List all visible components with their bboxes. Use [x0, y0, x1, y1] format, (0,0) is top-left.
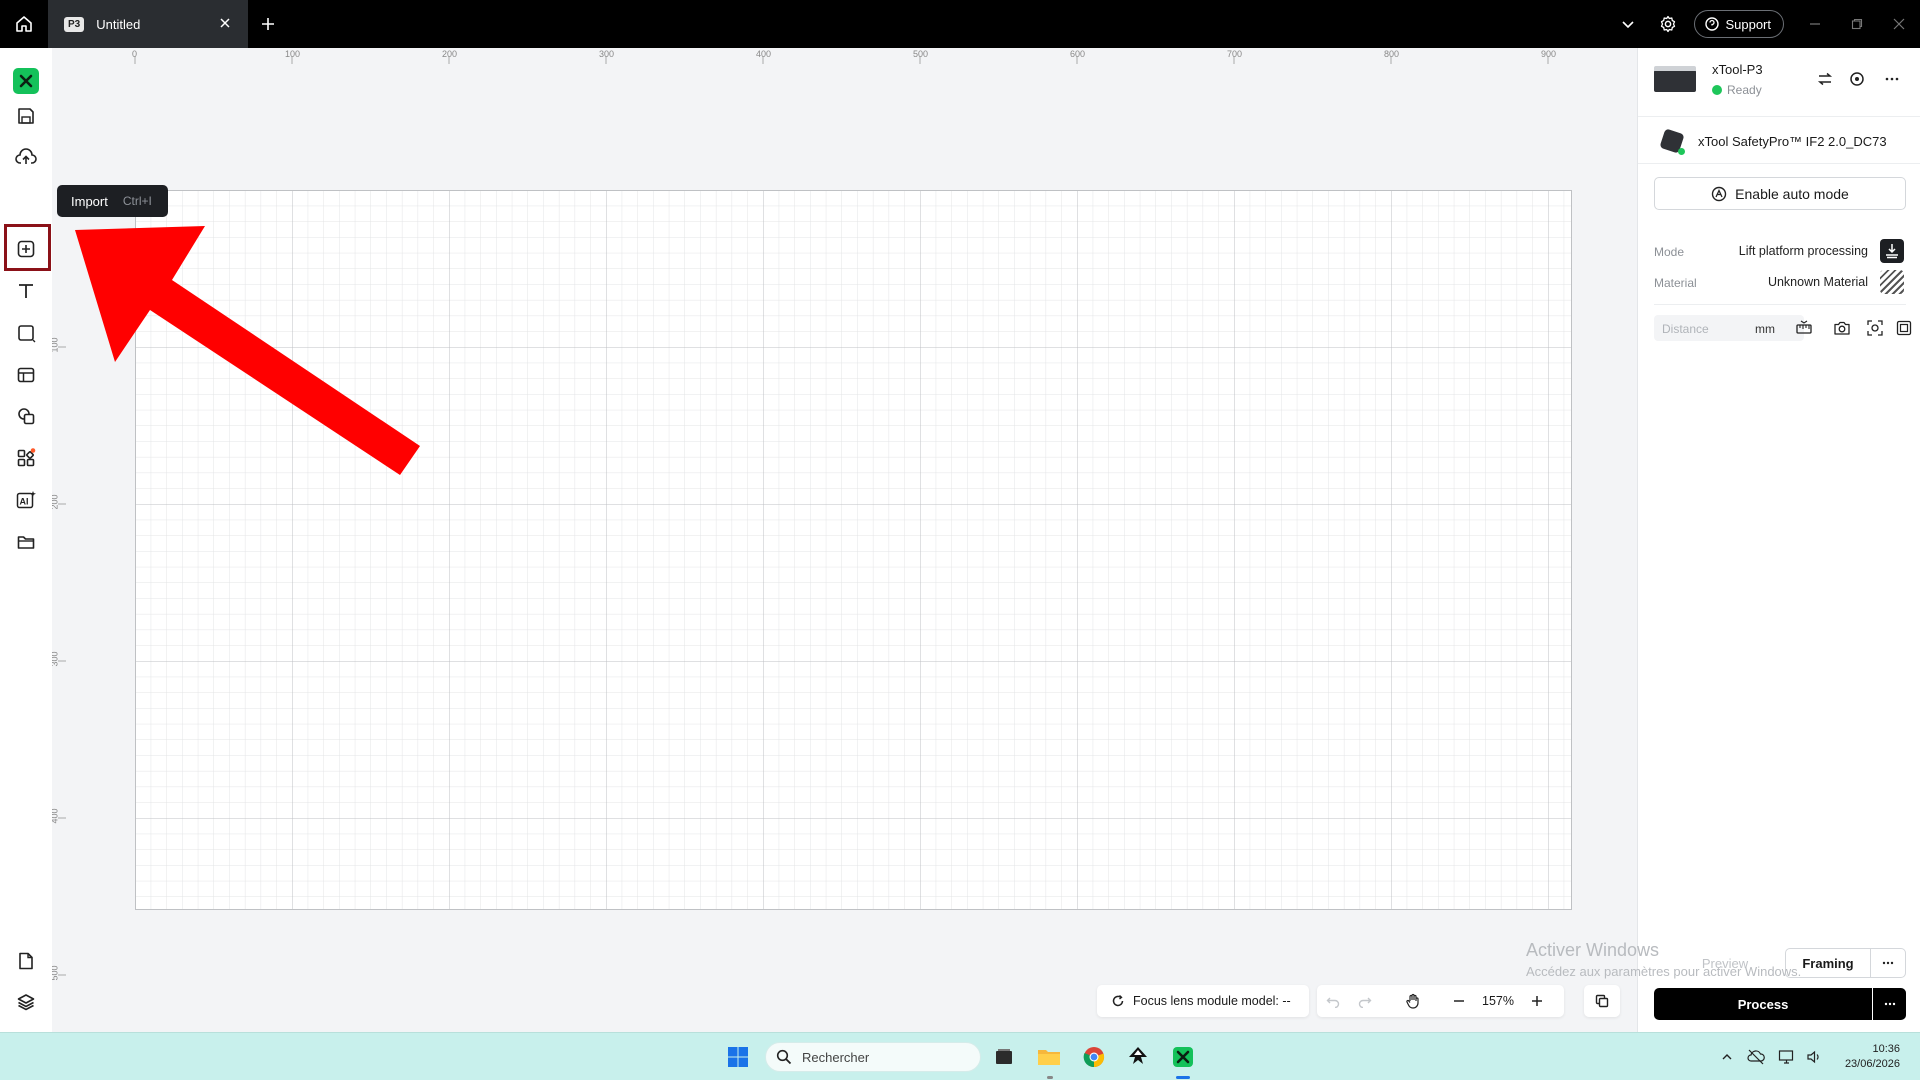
scan-icon	[1867, 320, 1883, 336]
enable-auto-mode-button[interactable]: Enable auto mode	[1654, 177, 1906, 210]
device-name: xTool-P3	[1712, 62, 1763, 77]
xtool-app-icon	[1173, 1047, 1193, 1067]
device-panel: xTool-P3 Ready xTool SafetyPro™ IF2 2.0_…	[1637, 48, 1920, 1032]
zoom-level[interactable]: 157%	[1475, 994, 1521, 1008]
switch-device-button[interactable]	[1814, 68, 1836, 90]
ruler-measure-icon	[1796, 320, 1812, 334]
camera-button[interactable]	[1832, 318, 1852, 338]
process-more-button[interactable]	[1873, 988, 1906, 1020]
chrome-button[interactable]	[1078, 1041, 1110, 1073]
running-app-indicator	[1047, 1076, 1053, 1079]
search-icon	[776, 1049, 792, 1065]
device-thumbnail	[1654, 66, 1696, 92]
minus-icon	[1454, 1000, 1464, 1002]
focus-lens-label: Focus lens module model: --	[1133, 994, 1291, 1008]
active-app-indicator	[1176, 1076, 1190, 1079]
lift-platform-icon[interactable]	[1880, 239, 1904, 263]
camera-icon	[1834, 321, 1850, 335]
redo-icon	[1358, 997, 1372, 1008]
red-arrow-annotation	[75, 226, 420, 475]
import-tooltip: Import Ctrl+I	[57, 185, 168, 217]
refresh-icon	[1112, 994, 1124, 1007]
device-header[interactable]: xTool-P3 Ready	[1638, 48, 1920, 116]
zoom-out-button[interactable]	[1443, 985, 1475, 1017]
framing-more-button[interactable]	[1870, 948, 1906, 978]
mode-label: Mode	[1654, 245, 1685, 259]
start-button[interactable]	[722, 1041, 754, 1073]
material-value[interactable]: Unknown Material	[1768, 275, 1868, 289]
pan-button[interactable]	[1397, 985, 1429, 1017]
distance-input[interactable]: Distance mm	[1654, 315, 1804, 341]
distance-placeholder: Distance	[1662, 322, 1709, 336]
file-explorer-button[interactable]	[1033, 1041, 1065, 1073]
device-settings-button[interactable]	[1846, 68, 1868, 90]
target-icon	[1850, 72, 1864, 86]
windows-taskbar: Rechercher 10:36 23/06/2026	[0, 1032, 1920, 1080]
undo-button[interactable]	[1317, 985, 1349, 1017]
inkscape-button[interactable]	[1122, 1041, 1154, 1073]
tray-expand-button[interactable]	[1717, 1047, 1737, 1067]
copy-icon	[1595, 994, 1609, 1008]
grid-camera-icon	[1896, 320, 1912, 336]
device-status-text: Ready	[1727, 83, 1762, 97]
device-status: Ready	[1712, 83, 1762, 97]
chevron-up-icon	[1722, 1054, 1732, 1060]
material-pattern-icon[interactable]	[1880, 270, 1904, 294]
safety-accessory-name: xTool SafetyPro™ IF2 2.0_DC73	[1698, 134, 1887, 149]
activation-watermark-title: Activer Windows	[1526, 940, 1660, 960]
hand-icon	[1406, 993, 1419, 1009]
clock-time: 10:36	[1872, 1043, 1900, 1055]
onedrive-tray-button[interactable]	[1746, 1047, 1766, 1067]
tooltip-label: Import	[71, 193, 108, 209]
calibrate-button[interactable]	[1894, 318, 1914, 338]
process-button[interactable]: Process	[1654, 988, 1872, 1020]
taskbar-search[interactable]: Rechercher	[765, 1042, 981, 1072]
auto-mode-icon	[1711, 186, 1727, 201]
capture-area-button[interactable]	[1865, 318, 1885, 338]
status-dot-icon	[1712, 85, 1722, 95]
redo-button[interactable]	[1349, 985, 1381, 1017]
device-more-button[interactable]	[1881, 68, 1903, 90]
system-clock[interactable]: 10:36 23/06/2026	[1845, 1042, 1900, 1072]
swap-icon	[1817, 72, 1833, 86]
canvas-copy-button[interactable]	[1584, 985, 1620, 1017]
cloud-offline-icon	[1747, 1049, 1765, 1065]
safety-accessory-row[interactable]: xTool SafetyPro™ IF2 2.0_DC73	[1638, 116, 1920, 164]
inkscape-icon	[1129, 1047, 1147, 1064]
speaker-icon	[1807, 1050, 1819, 1064]
task-view-button[interactable]	[988, 1041, 1020, 1073]
chrome-icon	[1083, 1047, 1105, 1068]
tooltip-shortcut: Ctrl+I	[122, 194, 152, 208]
volume-tray-button[interactable]	[1804, 1047, 1824, 1067]
clock-date: 23/06/2026	[1844, 1058, 1900, 1070]
annotation-arrow-layer	[75, 226, 420, 475]
measure-button[interactable]	[1794, 318, 1814, 338]
network-tray-button[interactable]	[1777, 1047, 1797, 1067]
more-icon	[1885, 77, 1899, 81]
accessory-status-dot	[1678, 148, 1685, 155]
view-controls: 157%	[1317, 985, 1564, 1017]
plus-icon	[1532, 996, 1542, 1006]
divider	[1654, 304, 1906, 305]
zoom-in-button[interactable]	[1521, 985, 1553, 1017]
framing-label: Framing	[1802, 955, 1854, 971]
auto-mode-label: Enable auto mode	[1735, 185, 1849, 202]
focus-lens-status[interactable]: Focus lens module model: --	[1097, 985, 1309, 1017]
material-label: Material	[1654, 276, 1697, 290]
xtool-studio-button[interactable]	[1167, 1041, 1199, 1073]
undo-icon	[1326, 997, 1340, 1008]
more-icon	[1884, 1002, 1895, 1006]
mode-value[interactable]: Lift platform processing	[1739, 244, 1868, 258]
process-label: Process	[1737, 996, 1789, 1012]
more-icon	[1882, 961, 1894, 965]
monitor-icon	[1778, 1050, 1794, 1064]
activation-watermark-subtitle: Accédez aux paramètres pour activer Wind…	[1526, 964, 1802, 979]
search-placeholder: Rechercher	[802, 1049, 870, 1065]
task-view-icon	[996, 1049, 1012, 1064]
distance-unit: mm	[1755, 322, 1775, 336]
windows-logo-icon	[728, 1047, 748, 1067]
folder-icon	[1038, 1050, 1060, 1065]
